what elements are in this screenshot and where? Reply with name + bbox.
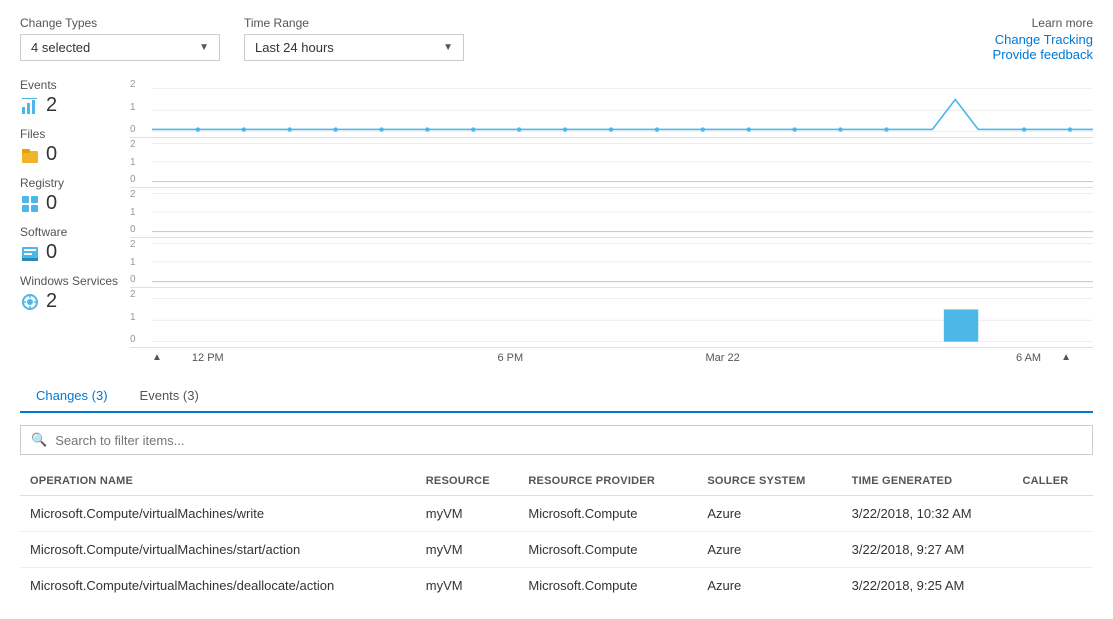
col-resource: RESOURCE (416, 467, 519, 496)
files-icon (20, 145, 40, 165)
cell-operation-name: Microsoft.Compute/virtualMachines/write (20, 496, 416, 532)
metric-software: Software 0 (20, 225, 130, 264)
search-icon: 🔍 (31, 432, 47, 448)
main-content: Events 2 Files (20, 78, 1093, 364)
x-axis-label-mar22: Mar 22 (617, 352, 829, 364)
tab-events[interactable]: Events (3) (124, 380, 215, 413)
x-axis-label-6am: 6 AM (829, 352, 1041, 364)
tabs-container: Changes (3) Events (3) (20, 380, 1093, 413)
table-row: Microsoft.Compute/virtualMachines/deallo… (20, 568, 1093, 604)
x-axis-triangle-left: ▲ (152, 352, 162, 364)
top-controls: Change Types 4 selected ▼ Time Range Las… (20, 16, 1093, 62)
cell-resource: myVM (416, 532, 519, 568)
cell-time-generated: 3/22/2018, 10:32 AM (842, 496, 1013, 532)
windows-services-icon (20, 292, 40, 312)
cell-operation-name: Microsoft.Compute/virtualMachines/deallo… (20, 568, 416, 604)
metric-software-value: 0 (46, 241, 57, 264)
col-caller: CALLER (1012, 467, 1093, 496)
time-range-value: Last 24 hours (255, 40, 334, 55)
time-range-label: Time Range (244, 16, 464, 30)
x-axis-triangle-right: ▲ (1061, 352, 1071, 364)
x-axis-label-6pm: 6 PM (404, 352, 616, 364)
main-container: Change Types 4 selected ▼ Time Range Las… (0, 0, 1113, 619)
cell-time-generated: 3/22/2018, 9:25 AM (842, 568, 1013, 604)
software-chart-area (152, 238, 1093, 287)
metric-files: Files 0 (20, 127, 130, 166)
chevron-down-icon-2: ▼ (443, 42, 453, 53)
change-types-dropdown[interactable]: 4 selected ▼ (20, 34, 220, 61)
charts-panel: 2 1 0 (130, 78, 1093, 364)
table-row: Microsoft.Compute/virtualMachines/write … (20, 496, 1093, 532)
events-chart-row: 2 1 0 (130, 78, 1093, 138)
table-row: Microsoft.Compute/virtualMachines/start/… (20, 532, 1093, 568)
search-bar: 🔍 (20, 425, 1093, 455)
metric-events-value: 2 (46, 94, 57, 117)
x-axis: ▲ 12 PM 6 PM Mar 22 6 AM ▲ (130, 348, 1093, 364)
cell-resource: myVM (416, 568, 519, 604)
cell-source-system: Azure (697, 532, 841, 568)
cell-caller (1012, 532, 1093, 568)
metric-files-value: 0 (46, 143, 57, 166)
x-axis-label-12pm: 12 PM (192, 352, 404, 364)
time-range-dropdown[interactable]: Last 24 hours ▼ (244, 34, 464, 61)
col-source-system: SOURCE SYSTEM (697, 467, 841, 496)
metric-files-label: Files (20, 127, 130, 141)
cell-resource-provider: Microsoft.Compute (518, 532, 697, 568)
metric-registry: Registry 0 (20, 176, 130, 215)
metric-windows-services: Windows Services 2 (20, 274, 130, 313)
cell-time-generated: 3/22/2018, 9:27 AM (842, 532, 1013, 568)
tab-changes[interactable]: Changes (3) (20, 380, 124, 413)
change-types-group: Change Types 4 selected ▼ (20, 16, 220, 61)
cell-source-system: Azure (697, 496, 841, 532)
metric-events: Events 2 (20, 78, 130, 117)
learn-more-label: Learn more (993, 16, 1093, 30)
registry-chart-area (152, 188, 1093, 237)
metric-windows-services-label: Windows Services (20, 274, 130, 288)
change-types-value: 4 selected (31, 40, 90, 55)
col-time-generated: TIME GENERATED (842, 467, 1013, 496)
metric-software-label: Software (20, 225, 130, 239)
events-chart-area (152, 78, 1093, 137)
registry-icon (20, 194, 40, 214)
col-operation-name: OPERATION NAME (20, 467, 416, 496)
cell-source-system: Azure (697, 568, 841, 604)
cell-caller (1012, 496, 1093, 532)
metrics-panel: Events 2 Files (20, 78, 130, 364)
chevron-down-icon: ▼ (199, 42, 209, 53)
cell-operation-name: Microsoft.Compute/virtualMachines/start/… (20, 532, 416, 568)
events-icon (20, 96, 40, 116)
metric-windows-services-value: 2 (46, 290, 57, 313)
metric-events-label: Events (20, 78, 130, 92)
software-chart-row: 2 1 0 (130, 238, 1093, 288)
cell-resource: myVM (416, 496, 519, 532)
cell-resource-provider: Microsoft.Compute (518, 568, 697, 604)
data-table: OPERATION NAME RESOURCE RESOURCE PROVIDE… (20, 467, 1093, 603)
change-tracking-link[interactable]: Change Tracking (993, 32, 1093, 47)
windows-services-chart-area (152, 288, 1093, 347)
table-header-row: OPERATION NAME RESOURCE RESOURCE PROVIDE… (20, 467, 1093, 496)
registry-chart-row: 2 1 0 (130, 188, 1093, 238)
cell-caller (1012, 568, 1093, 604)
metric-registry-value: 0 (46, 192, 57, 215)
col-resource-provider: RESOURCE PROVIDER (518, 467, 697, 496)
cell-resource-provider: Microsoft.Compute (518, 496, 697, 532)
time-range-group: Time Range Last 24 hours ▼ (244, 16, 464, 61)
windows-services-chart-row: 2 1 0 (130, 288, 1093, 348)
change-types-label: Change Types (20, 16, 220, 30)
files-chart-area (152, 138, 1093, 187)
learn-more-panel: Learn more Change Tracking Provide feedb… (993, 16, 1093, 62)
search-input[interactable] (55, 433, 1082, 448)
provide-feedback-link[interactable]: Provide feedback (993, 47, 1093, 62)
software-icon (20, 243, 40, 263)
metric-registry-label: Registry (20, 176, 130, 190)
files-chart-row: 2 1 0 (130, 138, 1093, 188)
